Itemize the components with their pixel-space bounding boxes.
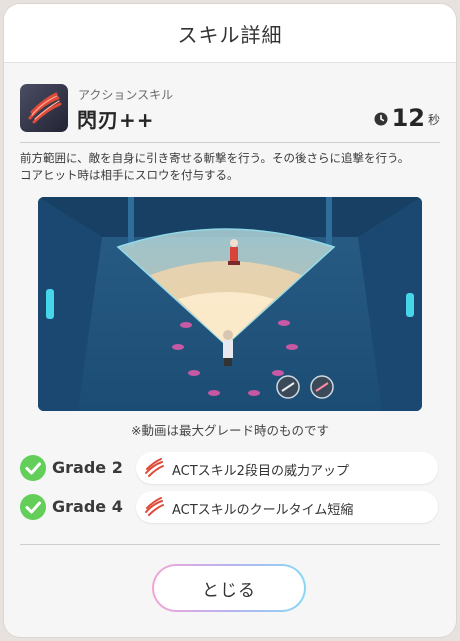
dialog-header: スキル詳細 <box>4 4 456 63</box>
grade-effect-text: ACTスキルのクールタイム短縮 <box>172 503 354 518</box>
check-circle-icon <box>20 455 46 481</box>
skill-description: 前方範囲に、敵を自身に引き寄せる斬撃を行う。その後さらに追撃を行う。 コアヒット… <box>20 150 445 184</box>
skill-summary: アクションスキル 閃刃++ 12 秒 <box>20 84 440 136</box>
grade-effect-pill: ACTスキルのクールタイム短縮 <box>136 491 438 523</box>
divider <box>20 142 440 143</box>
description-line: コアヒット時は相手にスロウを付与する。 <box>20 168 239 182</box>
grade-row: Grade 4 ACTスキルのクールタイム短縮 <box>20 490 440 524</box>
grade-effect-text: ACTスキル2段目の威力アップ <box>172 464 349 479</box>
skill-preview-video[interactable] <box>38 197 422 411</box>
description-line: 前方範囲に、敵を自身に引き寄せる斬撃を行う。その後さらに追撃を行う。 <box>20 151 410 165</box>
cooldown-value: 12 <box>391 104 425 132</box>
grade-row: Grade 2 ACTスキル2段目の威力アップ <box>20 451 440 485</box>
slash-skill-icon <box>142 456 166 480</box>
grade-label: Grade 2 <box>52 458 123 477</box>
cooldown-unit: 秒 <box>427 113 440 127</box>
clock-icon <box>374 112 388 126</box>
skill-detail-dialog: スキル詳細 アクションスキル 閃刃++ 12 秒 前方範囲に、敵を自身に引き寄せ… <box>4 4 456 637</box>
close-button-label: とじる <box>154 566 304 610</box>
slash-skill-icon <box>20 84 68 132</box>
dialog-title: スキル詳細 <box>177 22 283 47</box>
divider <box>20 544 440 545</box>
grade-effect-pill: ACTスキル2段目の威力アップ <box>136 452 438 484</box>
slash-skill-icon <box>142 495 166 519</box>
grade-label: Grade 4 <box>52 497 123 516</box>
cooldown: 12 秒 <box>374 106 440 130</box>
check-circle-icon <box>20 494 46 520</box>
close-button[interactable]: とじる <box>152 564 306 612</box>
skill-type-label: アクションスキル <box>78 88 174 102</box>
video-note: ※動画は最大グレード時のものです <box>131 423 329 438</box>
skill-name: 閃刃++ <box>77 108 155 132</box>
